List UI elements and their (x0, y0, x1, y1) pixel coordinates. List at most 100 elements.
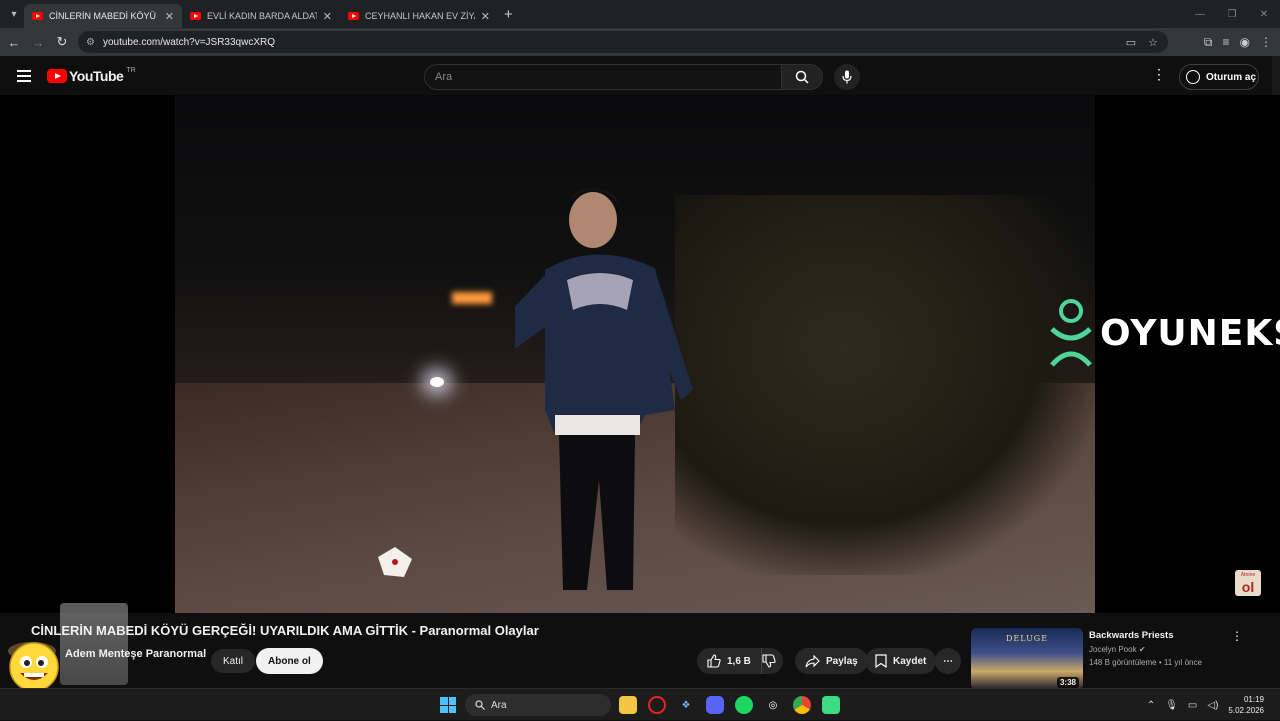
system-tray: ⌃ 🎙 ▭ ◁) 01:19 5.02.2026 (1147, 689, 1280, 721)
video-title: CİNLERİN MABEDİ KÖYÜ GERÇEĞİ! UYARILDIK … (31, 623, 539, 638)
network-icon[interactable]: ▭ (1188, 700, 1197, 711)
recommended-menu-icon[interactable]: ⋮ (1231, 629, 1243, 643)
video-frame (175, 95, 1095, 613)
like-button[interactable]: 1,6 B (697, 648, 762, 674)
reading-list-icon[interactable]: ≡ (1223, 35, 1230, 49)
reload-icon[interactable]: ↻ (50, 34, 74, 50)
restore-icon[interactable]: ❐ (1216, 0, 1248, 28)
volume-icon[interactable]: ◁) (1207, 700, 1218, 711)
taskbar-search[interactable]: Ara (465, 694, 611, 716)
close-tab-icon[interactable]: ✕ (481, 10, 490, 23)
save-label: Kaydet (893, 655, 927, 667)
search-icon (475, 700, 485, 710)
spotify-icon[interactable] (735, 696, 753, 714)
bookmark-star-icon[interactable]: ☆ (1148, 36, 1158, 49)
search-icon (795, 70, 809, 84)
profile-icon[interactable]: ◉ (1240, 35, 1250, 49)
back-icon[interactable]: ← (2, 35, 26, 50)
logo-text: YouTube (69, 68, 124, 84)
signin-label: Oturum aç (1206, 71, 1257, 83)
logo-cube-icon (378, 547, 412, 577)
verified-check-icon: ✔ (1138, 645, 1146, 654)
forward-icon[interactable]: → (26, 35, 50, 50)
search-button[interactable] (781, 64, 823, 90)
close-window-icon[interactable]: ✕ (1248, 0, 1280, 28)
channel-watermark: OYUNEKS (1048, 299, 1280, 367)
settings-menu-icon[interactable]: ⋮ (1152, 66, 1166, 83)
android-app-icon[interactable] (822, 696, 840, 714)
close-tab-icon[interactable]: ✕ (165, 10, 174, 23)
more-dots-icon: ⋯ (943, 655, 953, 667)
badge-top-text: Abone (1240, 572, 1256, 578)
thumbnail-text: DELUGE (1005, 634, 1049, 643)
extensions-icon[interactable]: ⧉ (1204, 35, 1213, 50)
youtube-favicon-icon (190, 12, 201, 20)
microphone-icon (842, 70, 852, 84)
recommended-meta: 148 B görüntüleme • 11 yıl önce (1089, 658, 1202, 667)
recommended-thumbnail[interactable]: DELUGE 3:38 (971, 628, 1083, 690)
close-tab-icon[interactable]: ✕ (323, 10, 332, 23)
save-button[interactable]: Kaydet (865, 648, 937, 674)
tray-overflow-icon[interactable]: ⌃ (1147, 700, 1155, 711)
channel-name[interactable]: Adem Menteşe Paranormal (65, 648, 206, 660)
windows-start-icon[interactable] (440, 697, 456, 713)
hamburger-menu-icon[interactable] (17, 67, 31, 85)
like-dislike-group: 1,6 B (697, 648, 783, 674)
join-button[interactable]: Katıl (211, 649, 256, 673)
minimize-icon[interactable]: — (1184, 0, 1216, 28)
tab-title: EVLİ KADIN BARDA ALDATTI | - (207, 11, 317, 21)
browser-toolbar: ← → ↻ ⚙ youtube.com/watch?v=JSR33qwcXRQ … (0, 28, 1280, 56)
video-info: CİNLERİN MABEDİ KÖYÜ GERÇEĞİ! UYARILDIK … (0, 603, 1280, 692)
thumbs-down-icon (762, 654, 777, 668)
thumbs-up-icon (707, 654, 721, 668)
subscribe-badge[interactable]: Abone ol (1235, 570, 1261, 596)
dislike-button[interactable] (762, 654, 783, 668)
signin-button[interactable]: Oturum aç (1179, 64, 1259, 90)
youtube-play-icon (47, 69, 67, 83)
search-input[interactable]: Ara (424, 64, 782, 90)
channel-avatar-overlay (60, 603, 128, 685)
share-button[interactable]: Paylaş (795, 648, 868, 674)
region-code: TR (126, 66, 136, 74)
video-player[interactable]: OYUNEKS Abone ol (0, 95, 1280, 613)
os-taskbar: Ara ❖ ◎ ⌃ 🎙 ▭ ◁) 01:19 5.02.2026 (0, 688, 1280, 720)
badge-bottom-text: ol (1241, 579, 1255, 595)
browser-menu-icon[interactable]: ⋮ (1260, 35, 1272, 49)
share-label: Paylaş (826, 655, 858, 667)
youtube-favicon-icon (32, 12, 43, 20)
youtube-logo[interactable]: YouTube TR (47, 66, 136, 84)
cast-icon[interactable]: ▭ (1126, 36, 1136, 49)
voice-search-button[interactable] (834, 64, 860, 90)
address-bar[interactable]: ⚙ youtube.com/watch?v=JSR33qwcXRQ ▭ ☆ (78, 31, 1168, 53)
browser-tab-1[interactable]: CİNLERİN MABEDİ KÖYÜ GERÇEĞİ ✕ (24, 4, 182, 28)
clock-date: 5.02.2026 (1228, 706, 1264, 715)
recommended-channel-name: Jocelyn Pook (1089, 645, 1137, 654)
new-tab-icon[interactable]: + (504, 6, 513, 23)
browser-tab-3[interactable]: CEYHANLI HAKAN EV ZİYARETİ ✕ (340, 4, 498, 28)
url-text: youtube.com/watch?v=JSR33qwcXRQ (102, 36, 275, 48)
steam-icon[interactable]: ◎ (764, 696, 782, 714)
video-scene-bushes (675, 195, 1095, 575)
app-icon[interactable]: ❖ (677, 696, 695, 714)
account-icon (1186, 70, 1200, 84)
chrome-icon[interactable] (793, 696, 811, 714)
save-bookmark-icon (875, 654, 887, 668)
recommended-channel[interactable]: Jocelyn Pook ✔ (1089, 645, 1146, 654)
video-scene-lamp (452, 292, 492, 304)
discord-icon[interactable] (706, 696, 724, 714)
share-arrow-icon (805, 654, 820, 667)
subscribe-button[interactable]: Abone ol (256, 648, 323, 674)
more-actions-button[interactable]: ⋯ (935, 648, 961, 674)
recommended-title[interactable]: Backwards Priests (1089, 630, 1174, 641)
tab-search-icon[interactable]: ▾ (4, 4, 24, 24)
video-duration: 3:38 (1056, 677, 1079, 688)
file-explorer-icon[interactable] (619, 696, 637, 714)
mic-tray-icon[interactable]: 🎙 (1165, 700, 1178, 711)
clock[interactable]: 01:19 5.02.2026 (1228, 694, 1264, 716)
tab-title: CEYHANLI HAKAN EV ZİYARETİ (365, 11, 475, 21)
opera-icon[interactable] (648, 696, 666, 714)
youtube-header: YouTube TR Ara ⋮ Oturum aç (0, 56, 1280, 96)
site-info-icon[interactable]: ⚙ (86, 37, 95, 48)
browser-tab-2[interactable]: EVLİ KADIN BARDA ALDATTI | - ✕ (182, 4, 340, 28)
taskbar-search-label: Ara (491, 699, 507, 711)
